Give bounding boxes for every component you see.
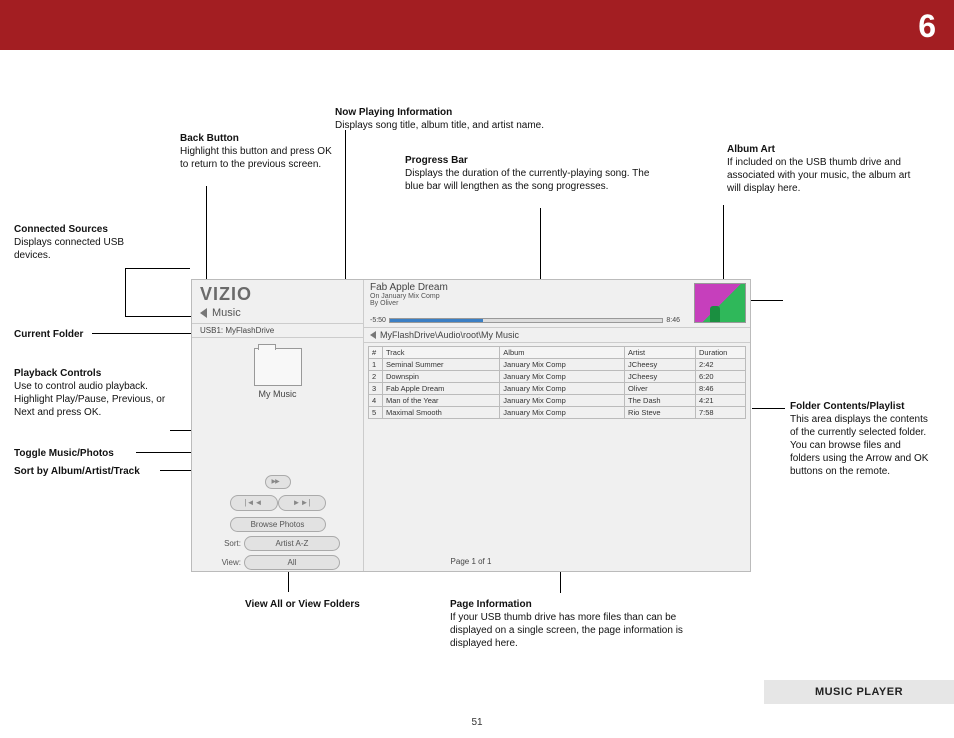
- leader-usb-h2: [125, 316, 191, 317]
- table-row[interactable]: 1Seminal SummerJanuary Mix CompJCheesy2:…: [369, 359, 746, 371]
- callout-playback-controls: Playback Controls Use to control audio p…: [14, 367, 174, 419]
- progress-wrap: -5:50 8:46: [370, 317, 680, 324]
- callout-connected-sources: Connected Sources Displays connected USB…: [14, 223, 134, 262]
- progress-fill: [390, 319, 483, 322]
- callout-current-folder: Current Folder: [14, 328, 83, 341]
- progress-bar[interactable]: [389, 318, 663, 323]
- cell-track: Downspin: [383, 371, 500, 383]
- leader-pageinfo: [560, 570, 561, 593]
- callout-sort-by: Sort by Album/Artist/Track: [14, 465, 140, 478]
- document-page: Back Button Highlight this button and pr…: [0, 50, 954, 738]
- callout-page-info: Page Information If your USB thumb drive…: [450, 598, 690, 650]
- cell-track: Man of the Year: [383, 395, 500, 407]
- cell-track: Maximal Smooth: [383, 407, 500, 419]
- leader-usb-v: [125, 268, 126, 316]
- callout-back-button: Back Button Highlight this button and pr…: [180, 132, 335, 171]
- play-pause-button[interactable]: [265, 475, 291, 489]
- cell-duration: 6:20: [696, 371, 746, 383]
- callout-progress-bar: Progress Bar Displays the duration of th…: [405, 154, 665, 193]
- leader-folder-contents: [752, 408, 785, 409]
- music-player-screenshot: VIZIO Music USB1: MyFlashDrive My Music …: [191, 279, 751, 572]
- np-album-line: On January Mix Comp: [370, 293, 744, 300]
- track-table: # Track Album Artist Duration 1Seminal S…: [368, 346, 746, 419]
- cell-n: 3: [369, 383, 383, 395]
- play-pause-row: [192, 475, 363, 492]
- cell-artist: JCheesy: [625, 371, 696, 383]
- player-sidebar: VIZIO Music USB1: MyFlashDrive My Music …: [192, 280, 364, 571]
- folder-icon: [254, 348, 302, 386]
- now-playing-block: Fab Apple Dream On January Mix Comp By O…: [364, 280, 750, 328]
- total-time: 8:46: [666, 317, 680, 324]
- cell-duration: 2:42: [696, 359, 746, 371]
- callout-view-all: View All or View Folders: [245, 598, 360, 611]
- cell-album: January Mix Comp: [500, 383, 625, 395]
- cell-duration: 4:21: [696, 395, 746, 407]
- leader-now-playing: [345, 130, 346, 282]
- table-row[interactable]: 2DownspinJanuary Mix CompJCheesy6:20: [369, 371, 746, 383]
- previous-button[interactable]: |◄◄: [230, 495, 278, 511]
- sort-selector[interactable]: Artist A-Z: [244, 536, 340, 551]
- cell-album: January Mix Comp: [500, 371, 625, 383]
- usb-device-line[interactable]: USB1: MyFlashDrive: [192, 324, 363, 338]
- breadcrumb-row[interactable]: MyFlashDrive\Audio\root\My Music: [364, 328, 750, 343]
- col-num: #: [369, 347, 383, 359]
- table-row[interactable]: 3Fab Apple DreamJanuary Mix CompOliver8:…: [369, 383, 746, 395]
- np-artist-line: By Oliver: [370, 300, 744, 307]
- table-row[interactable]: 5Maximal SmoothJanuary Mix CompRio Steve…: [369, 407, 746, 419]
- prev-next-row: |◄◄ ►►|: [192, 495, 363, 511]
- cell-n: 1: [369, 359, 383, 371]
- col-duration: Duration: [696, 347, 746, 359]
- cell-artist: Rio Steve: [625, 407, 696, 419]
- cell-artist: JCheesy: [625, 359, 696, 371]
- cell-duration: 7:58: [696, 407, 746, 419]
- player-main: Fab Apple Dream On January Mix Comp By O…: [364, 280, 750, 571]
- cell-n: 2: [369, 371, 383, 383]
- back-icon: [200, 308, 207, 318]
- section-label: MUSIC PLAYER: [764, 680, 954, 704]
- cell-album: January Mix Comp: [500, 359, 625, 371]
- leader-usb: [125, 268, 190, 269]
- callout-now-playing: Now Playing Information Displays song ti…: [335, 106, 544, 132]
- table-header-row: # Track Album Artist Duration: [369, 347, 746, 359]
- np-song-title: Fab Apple Dream: [370, 282, 744, 293]
- page-number: 51: [0, 717, 954, 728]
- chapter-number: 6: [918, 8, 936, 45]
- table-row[interactable]: 4Man of the YearJanuary Mix CompThe Dash…: [369, 395, 746, 407]
- cell-track: Fab Apple Dream: [383, 383, 500, 395]
- cell-artist: Oliver: [625, 383, 696, 395]
- cell-artist: The Dash: [625, 395, 696, 407]
- page-info-text: Page 1 of 1: [192, 557, 750, 566]
- cell-n: 4: [369, 395, 383, 407]
- current-folder-block[interactable]: My Music: [192, 338, 363, 405]
- cell-album: January Mix Comp: [500, 395, 625, 407]
- album-art-thumbnail: [694, 283, 746, 323]
- cell-duration: 8:46: [696, 383, 746, 395]
- col-album: Album: [500, 347, 625, 359]
- back-music-row[interactable]: Music: [192, 305, 363, 324]
- sort-row: Sort: Artist A-Z: [192, 536, 363, 551]
- col-track: Track: [383, 347, 500, 359]
- browse-photos-button[interactable]: Browse Photos: [230, 517, 326, 532]
- breadcrumb: MyFlashDrive\Audio\root\My Music: [380, 330, 519, 340]
- folder-caption: My Music: [192, 389, 363, 399]
- callout-folder-contents: Folder Contents/Playlist This area displ…: [790, 400, 930, 478]
- cell-n: 5: [369, 407, 383, 419]
- sort-label: Sort:: [215, 539, 241, 548]
- callout-album-art: Album Art If included on the USB thumb d…: [727, 143, 927, 195]
- top-red-bar: 6: [0, 0, 954, 50]
- cell-track: Seminal Summer: [383, 359, 500, 371]
- callout-toggle: Toggle Music/Photos: [14, 447, 114, 460]
- elapsed-time: -5:50: [370, 317, 386, 324]
- cell-album: January Mix Comp: [500, 407, 625, 419]
- breadcrumb-back-icon: [370, 331, 376, 339]
- vizio-logo: VIZIO: [192, 280, 363, 305]
- next-button[interactable]: ►►|: [278, 495, 326, 511]
- music-label: Music: [212, 307, 241, 319]
- col-artist: Artist: [625, 347, 696, 359]
